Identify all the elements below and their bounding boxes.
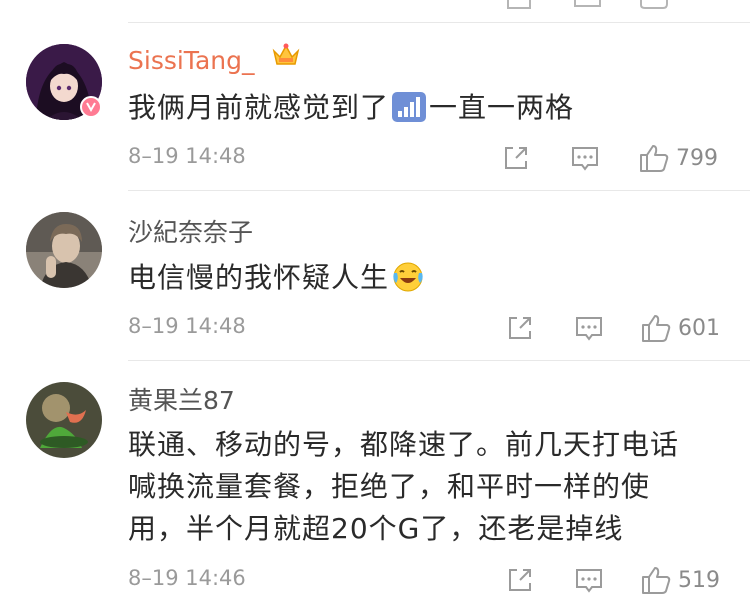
comment-text: 联通、移动的号，都降速了。前几天打电话 喊换流量套餐，拒绝了，和平时一样的使 用… [128,424,728,550]
comment-icon [576,569,602,593]
like-count: 601 [678,315,720,341]
like-button[interactable]: 601 [640,312,720,344]
thumbs-up-icon [642,315,671,342]
repost-button[interactable] [506,564,534,596]
timestamp: 8–19 14:46 [128,566,246,590]
comment-meta: 8–19 14:46 519 [128,564,726,596]
like-button[interactable]: 799 [638,142,718,174]
comment-button[interactable] [574,564,604,596]
comment-text-line: 喊换流量套餐，拒绝了，和平时一样的使 [128,470,651,503]
signal-bars-icon [391,91,427,134]
crown-icon [271,42,301,68]
timestamp: 8–19 14:48 [128,314,246,338]
avatar[interactable] [26,212,102,288]
comment-meta: 8–19 14:48 799 [128,142,726,174]
comment-text-part: 我俩月前就感觉到了 [128,91,390,124]
divider [128,22,750,23]
like-count: 799 [676,145,718,171]
avatar[interactable] [26,382,102,458]
previous-comment-actions [0,0,750,22]
like-button[interactable]: 519 [640,564,720,596]
laughing-crying-emoji-icon [391,261,425,304]
divider [128,190,750,191]
comment-meta: 8–19 14:48 601 [128,312,726,344]
thumbs-up-icon [640,145,669,172]
comment-icon [576,317,602,341]
divider [128,360,750,361]
comment-button[interactable] [574,312,604,344]
timestamp: 8–19 14:48 [128,144,246,168]
repost-icon [509,317,531,339]
thumbs-up-icon [642,567,671,594]
comment-text: 我俩月前就感觉到了 一直一两格 [128,88,728,134]
vip-badge-icon [80,96,102,118]
comment-icon [572,147,598,171]
comment-text-part: 电信慢的我怀疑人生 [128,261,390,294]
username[interactable]: 沙紀奈奈子 [128,218,253,248]
comment-text-part: 一直一两格 [429,91,575,124]
repost-icon [505,147,527,169]
comment-text-line: 用，半个月就超20个G了，还老是掉线 [128,512,624,545]
repost-icon [509,569,531,591]
repost-button[interactable] [506,312,534,344]
repost-button[interactable] [502,142,530,174]
username[interactable]: SissiTang_ [128,46,254,76]
like-count: 519 [678,567,720,593]
username[interactable]: 黄果兰87 [128,386,235,416]
comment-text: 电信慢的我怀疑人生 [128,258,728,304]
previous-actions-icons [507,0,668,9]
comment-button[interactable] [570,142,600,174]
comment-text-line: 联通、移动的号，都降速了。前几天打电话 [128,428,680,461]
